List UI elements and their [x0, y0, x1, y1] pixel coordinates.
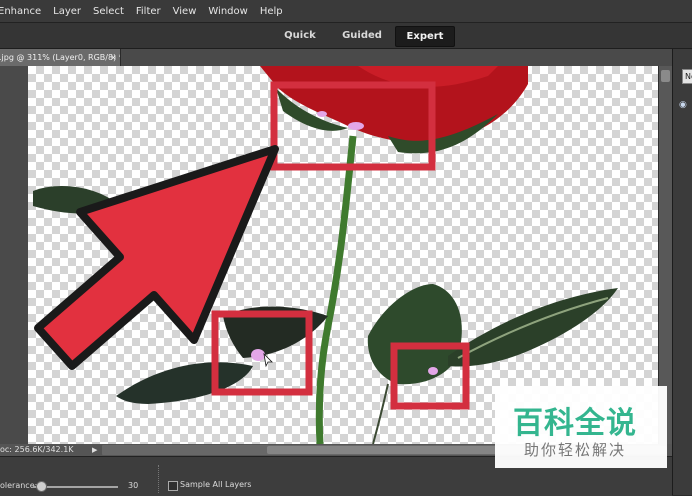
- document-tab-title: .jpg @ 311% (Layer0, RGB/8) *: [0, 53, 121, 62]
- menu-bar: Enhance Layer Select Filter View Window …: [0, 0, 692, 23]
- menu-enhance[interactable]: Enhance: [0, 6, 47, 17]
- mode-bar: Quick Guided Expert: [0, 23, 692, 49]
- doc-size-readout: oc: 256.6K/342.1K: [0, 445, 74, 454]
- menu-view[interactable]: View: [167, 6, 203, 17]
- selection-mark: [348, 122, 364, 130]
- menu-filter[interactable]: Filter: [130, 6, 167, 17]
- rose-stem: [315, 135, 357, 444]
- selection-mark: [251, 349, 265, 361]
- mode-quick-button[interactable]: Quick: [276, 26, 324, 45]
- sample-all-layers-label: Sample All Layers: [180, 480, 252, 489]
- cursor-icon: [263, 352, 273, 368]
- tolerance-label: olerance:: [0, 481, 38, 490]
- menu-select[interactable]: Select: [87, 6, 130, 17]
- menu-help[interactable]: Help: [254, 6, 289, 17]
- leaf: [448, 288, 618, 367]
- document-tab-bar: .jpg @ 311% (Layer0, RGB/8) * ×: [0, 49, 672, 66]
- leaf: [367, 284, 462, 385]
- status-menu-arrow-icon[interactable]: ▶: [92, 444, 97, 456]
- eye-icon[interactable]: ◉: [679, 101, 691, 110]
- selection-mark: [317, 111, 327, 117]
- watermark-title: 百科全说: [513, 406, 637, 441]
- menu-window[interactable]: Window: [202, 6, 253, 17]
- mode-guided-button[interactable]: Guided: [336, 26, 388, 45]
- watermark-subtitle: 助你轻松解决: [524, 441, 627, 459]
- blend-mode-dropdown[interactable]: No: [682, 69, 692, 84]
- selection-mark: [428, 367, 438, 375]
- canvas-gutter: [0, 66, 28, 444]
- sample-all-layers-checkbox[interactable]: [168, 481, 178, 491]
- mode-expert-button[interactable]: Expert: [395, 26, 455, 47]
- layers-panel: No ◉: [672, 49, 692, 495]
- tolerance-value[interactable]: 30: [128, 481, 138, 490]
- options-divider: [158, 465, 159, 493]
- document-tab[interactable]: .jpg @ 311% (Layer0, RGB/8) * ×: [0, 49, 121, 66]
- watermark: 百科全说 助你轻松解决: [495, 386, 667, 468]
- close-icon[interactable]: ×: [110, 49, 117, 66]
- leaf: [116, 362, 253, 404]
- tolerance-slider-knob[interactable]: [36, 481, 47, 492]
- vertical-scrollbar-thumb[interactable]: [661, 70, 670, 82]
- menu-layer[interactable]: Layer: [47, 6, 87, 17]
